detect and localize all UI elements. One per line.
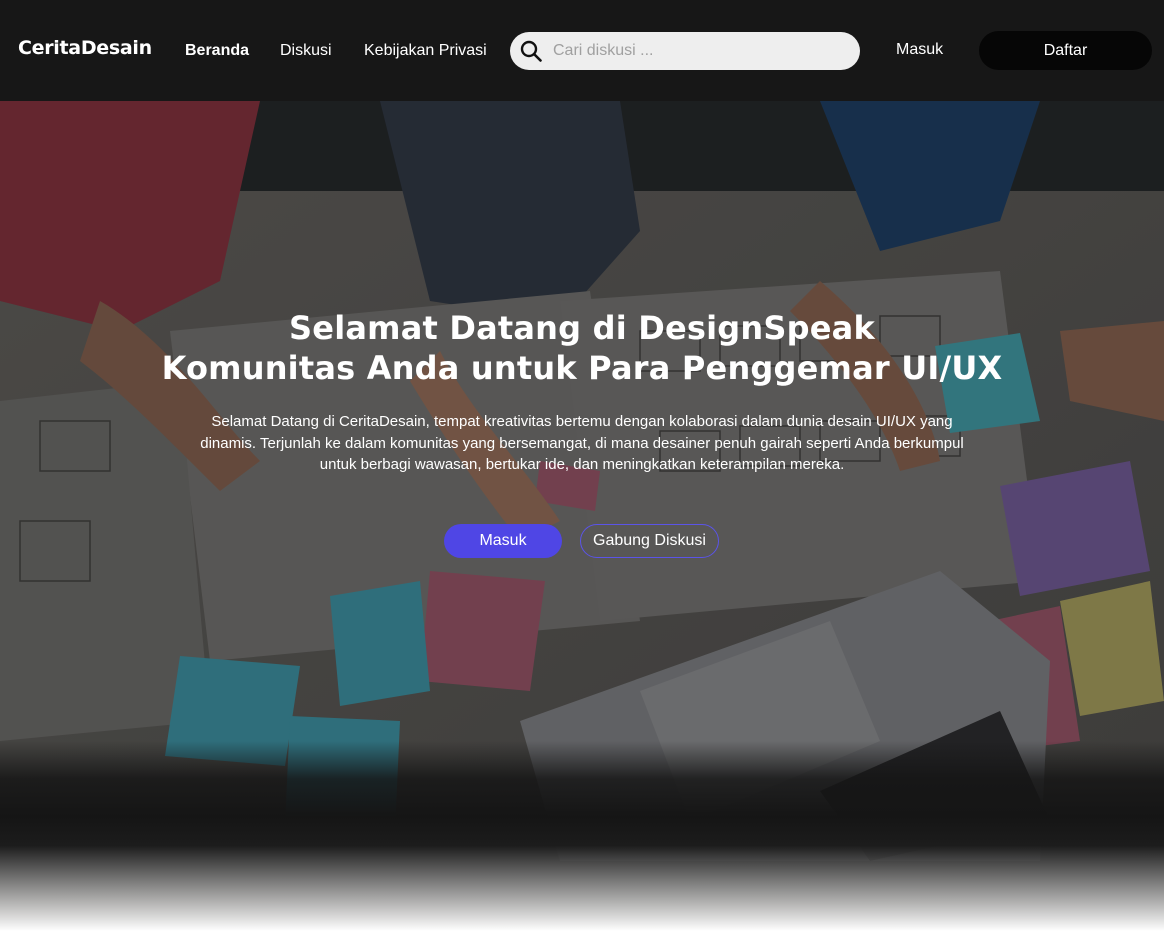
signup-button[interactable]: Daftar — [979, 31, 1152, 70]
landing-page: CeritaDesain Beranda Diskusi Kebijakan P… — [0, 0, 1164, 931]
hero-title-line-2: Komunitas Anda untuk Para Penggemar UI/U… — [161, 349, 1003, 387]
hero-login-button[interactable]: Masuk — [444, 524, 562, 558]
nav-link-diskusi[interactable]: Diskusi — [280, 42, 332, 60]
hero-section: Selamat Datang di DesignSpeak Komunitas … — [0, 101, 1164, 931]
hero-description: Selamat Datang di CeritaDesain, tempat k… — [200, 413, 964, 473]
hero-bottom-fade — [0, 741, 1164, 931]
login-link[interactable]: Masuk — [896, 41, 943, 59]
join-discussion-button[interactable]: Gabung Diskusi — [580, 524, 719, 558]
nav-link-kebijakan-privasi[interactable]: Kebijakan Privasi — [364, 42, 487, 60]
search-icon[interactable] — [520, 40, 542, 62]
top-navbar: CeritaDesain Beranda Diskusi Kebijakan P… — [0, 0, 1164, 101]
hero-title-line-1: Selamat Datang di DesignSpeak — [289, 309, 875, 347]
brand-logo[interactable]: CeritaDesain — [18, 37, 152, 59]
hero-title: Selamat Datang di DesignSpeak Komunitas … — [0, 308, 1164, 388]
search-bar — [510, 32, 860, 70]
nav-link-beranda[interactable]: Beranda — [185, 42, 249, 60]
search-input[interactable] — [553, 32, 848, 70]
